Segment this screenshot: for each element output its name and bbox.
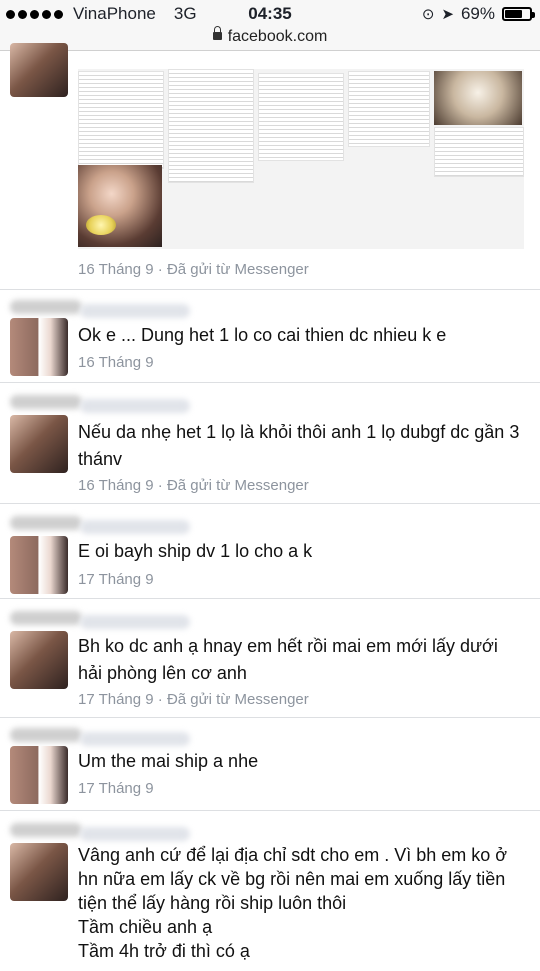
- message-meta: 16 Tháng 9 · Đã gửi từ Messenger: [78, 261, 309, 278]
- avatar[interactable]: [10, 746, 68, 804]
- avatar[interactable]: [10, 415, 68, 473]
- avatar[interactable]: [10, 318, 68, 376]
- message-text: Um the mai ship a nhe: [78, 751, 259, 771]
- avatar[interactable]: [10, 536, 68, 594]
- message-item: Vâng anh cứ để lại địa chỉ sdt cho em . …: [0, 811, 540, 971]
- product-photo: [434, 71, 522, 125]
- sender-name-blurred: [10, 516, 82, 530]
- selfie-photo: [78, 165, 162, 247]
- attachment-preview[interactable]: [78, 69, 524, 249]
- message-item: E oi bayh ship dv 1 lo cho a k 17 Tháng …: [0, 504, 540, 599]
- message-meta: 16 Tháng 9 · Đã gửi từ Messenger: [78, 477, 309, 494]
- status-right: ⊙ ➤ 69%: [421, 4, 535, 24]
- message-meta: 17 Tháng 9 · Đã gửi từ Messenger: [78, 691, 309, 708]
- url-text: facebook.com: [227, 28, 328, 45]
- sender-name-blurred: [80, 732, 190, 746]
- message-meta: 17 Tháng 9: [78, 780, 154, 797]
- message-item: Ok e ... Dung het 1 lo co cai thien dc n…: [0, 290, 540, 383]
- sender-name-blurred: [80, 615, 190, 629]
- orientation-lock-icon: ⊙: [421, 6, 435, 23]
- sender-name-blurred: [10, 823, 82, 837]
- message-text: Bh ko dc anh ạ hnay em hết rồi mai em mớ…: [78, 636, 498, 683]
- document-image: [78, 71, 164, 169]
- lock-icon: [212, 26, 222, 40]
- message-text: Ok e ... Dung het 1 lo co cai thien dc n…: [78, 325, 447, 345]
- url-bar[interactable]: facebook.com: [0, 26, 540, 51]
- message-text: Vâng anh cứ để lại địa chỉ sdt cho em . …: [78, 845, 508, 961]
- message-source: · Đã gửi từ Messenger: [157, 261, 309, 278]
- document-image: [258, 73, 344, 161]
- message-source: · Đã gửi từ Messenger: [157, 691, 309, 708]
- avatar[interactable]: [10, 843, 68, 901]
- message-source: · Đã gửi từ Messenger: [157, 477, 309, 494]
- sender-name-blurred: [80, 827, 190, 841]
- document-image: [434, 127, 524, 177]
- message-meta: 17 Tháng 9: [78, 571, 154, 588]
- message-text: E oi bayh ship dv 1 lo cho a k: [78, 541, 313, 561]
- avatar[interactable]: [10, 631, 68, 689]
- sender-name-blurred: [10, 728, 82, 742]
- location-icon: ➤: [441, 6, 454, 23]
- message-item: Bh ko dc anh ạ hnay em hết rồi mai em mớ…: [0, 599, 540, 718]
- status-bar: VinaPhone 3G 04:35 ⊙ ➤ 69%: [0, 0, 540, 28]
- sender-name-blurred: [10, 300, 82, 314]
- message-date: 17 Tháng 9: [78, 571, 154, 588]
- message-meta: 16 Tháng 9: [78, 354, 154, 371]
- message-item: 16 Tháng 9 · Đã gửi từ Messenger: [0, 43, 540, 290]
- message-date: 17 Tháng 9: [78, 691, 154, 708]
- avatar[interactable]: [10, 43, 68, 97]
- sender-name-blurred: [10, 611, 82, 625]
- battery-percent: 69%: [460, 4, 495, 23]
- message-item: Nếu da nhẹ het 1 lọ là khỏi thôi anh 1 l…: [0, 383, 540, 504]
- document-image: [168, 69, 254, 183]
- sender-name-blurred: [80, 304, 190, 318]
- message-date: 17 Tháng 9: [78, 780, 154, 797]
- sender-name-blurred: [10, 395, 82, 409]
- message-date: 16 Tháng 9: [78, 354, 154, 371]
- battery-icon: [502, 7, 535, 21]
- message-date: 16 Tháng 9: [78, 261, 154, 278]
- sender-name-blurred: [80, 520, 190, 534]
- document-image: [348, 71, 430, 147]
- message-item: Um the mai ship a nhe 17 Tháng 9: [0, 718, 540, 811]
- message-text: Nếu da nhẹ het 1 lọ là khỏi thôi anh 1 l…: [78, 422, 520, 469]
- message-date: 16 Tháng 9: [78, 477, 154, 494]
- sender-name-blurred: [80, 399, 190, 413]
